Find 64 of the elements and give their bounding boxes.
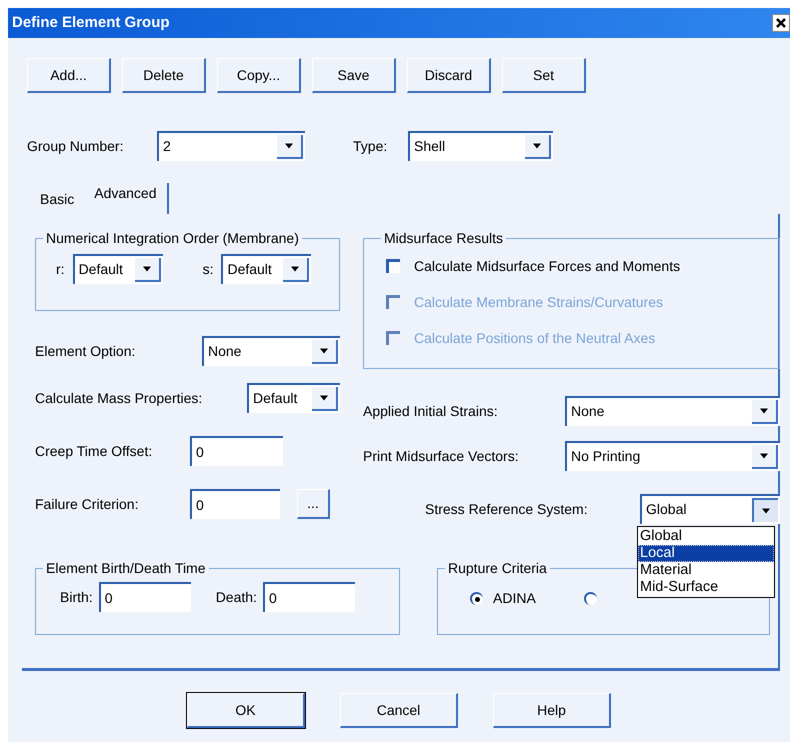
toolbar-button[interactable]: Add...: [27, 58, 111, 93]
dropdown-field[interactable]: None: [202, 336, 340, 366]
text-field[interactable]: 0: [190, 489, 280, 519]
dropdown-field[interactable]: None: [565, 396, 780, 426]
text-field[interactable]: 0: [262, 582, 355, 612]
group-title: Element Birth/Death Time: [45, 559, 207, 578]
toolbar-button[interactable]: Copy...: [217, 58, 301, 93]
tab[interactable]: Basic: [30, 189, 84, 214]
caret-icon: [759, 453, 769, 459]
close-button[interactable]: [772, 14, 790, 32]
checkbox[interactable]: [386, 259, 400, 273]
caret-icon: [319, 395, 329, 401]
dropdown-field[interactable]: No Printing: [565, 441, 780, 471]
dropdown-option[interactable]: Material: [638, 562, 774, 579]
dropdown-field[interactable]: Default: [247, 383, 340, 413]
caret-icon: [290, 266, 300, 272]
dropdown-option[interactable]: Global: [638, 528, 774, 545]
dialog-button[interactable]: Help: [493, 693, 611, 728]
field-label: Creep Time Offset:: [35, 442, 154, 461]
dropdown-field[interactable]: Shell: [408, 131, 553, 161]
window-title: Define Element Group: [12, 12, 170, 33]
toolbar-button[interactable]: Save: [312, 58, 396, 93]
checkbox-label: Calculate Membrane Strains/Curvatures: [414, 292, 663, 312]
close-icon: [775, 17, 787, 29]
toolbar-button[interactable]: Delete: [122, 58, 206, 93]
group-title: Numerical Integration Order (Membrane): [45, 229, 300, 248]
dropdown-field[interactable]: Default: [72, 254, 163, 284]
text-field[interactable]: 0: [190, 436, 283, 466]
dropdown-option[interactable]: Mid-Surface: [638, 579, 774, 596]
dialog-button[interactable]: Cancel: [340, 693, 458, 728]
caret-icon: [142, 266, 152, 272]
caret-icon: [532, 143, 542, 149]
radio-label: ADINA: [493, 589, 536, 608]
dropdown-field[interactable]: Default: [221, 254, 312, 284]
browse-button[interactable]: ...: [297, 489, 330, 519]
tab[interactable]: Advanced: [84, 183, 169, 214]
field-label: Print Midsurface Vectors:: [363, 446, 520, 466]
field-label: Death:: [216, 588, 257, 606]
checkbox-label: Calculate Positions of the Neutral Axes: [414, 328, 656, 348]
field-label: Element Option:: [35, 342, 136, 361]
dialog-button[interactable]: OK: [187, 693, 305, 728]
caret-icon: [759, 408, 769, 414]
caret-icon: [319, 348, 329, 354]
caret-icon: [284, 143, 294, 149]
group-title: Midsurface Results: [383, 229, 504, 248]
field-label: Calculate Mass Properties:: [35, 388, 204, 408]
field-label: s:: [202, 260, 214, 278]
dropdown-field[interactable]: 2: [157, 131, 305, 161]
radio-button[interactable]: [584, 592, 597, 605]
group-title: Rupture Criteria: [447, 559, 548, 578]
toolbar-button[interactable]: Set: [502, 58, 586, 93]
checkbox-label: Calculate Midsurface Forces and Moments: [414, 256, 680, 276]
text-field[interactable]: 0: [98, 582, 191, 612]
dropdown-option[interactable]: Local: [638, 545, 774, 562]
field-label: Applied Initial Strains:: [363, 402, 499, 421]
field-label: r:: [56, 260, 65, 278]
field-label: Birth:: [60, 588, 93, 606]
field-label: Failure Criterion:: [35, 494, 140, 514]
radio-button[interactable]: [470, 592, 483, 605]
toolbar-button[interactable]: Discard: [407, 58, 491, 93]
field-label: Type:: [353, 136, 388, 156]
caret-icon: [761, 508, 771, 514]
field-label: Group Number:: [27, 136, 124, 156]
field-label: Stress Reference System:: [425, 500, 589, 519]
